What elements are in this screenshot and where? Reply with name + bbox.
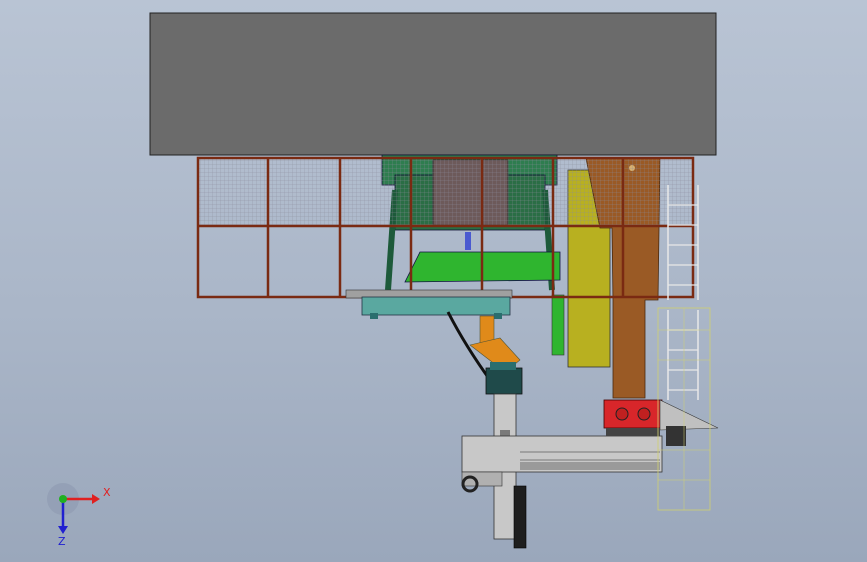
robot-arm[interactable]: [469, 315, 523, 395]
x-axis-label: X: [103, 486, 111, 499]
press-base[interactable]: [345, 289, 513, 319]
horizontal-slide[interactable]: [461, 435, 663, 493]
bracket: [659, 399, 719, 431]
cad-viewport[interactable]: X Y Z: [0, 0, 867, 562]
ladder[interactable]: [657, 185, 711, 511]
z-axis-label: Z: [58, 535, 66, 548]
coordinate-triad: X Y Z: [47, 483, 111, 548]
red-motor-box[interactable]: [603, 399, 663, 436]
roof-panel[interactable]: [149, 12, 717, 156]
